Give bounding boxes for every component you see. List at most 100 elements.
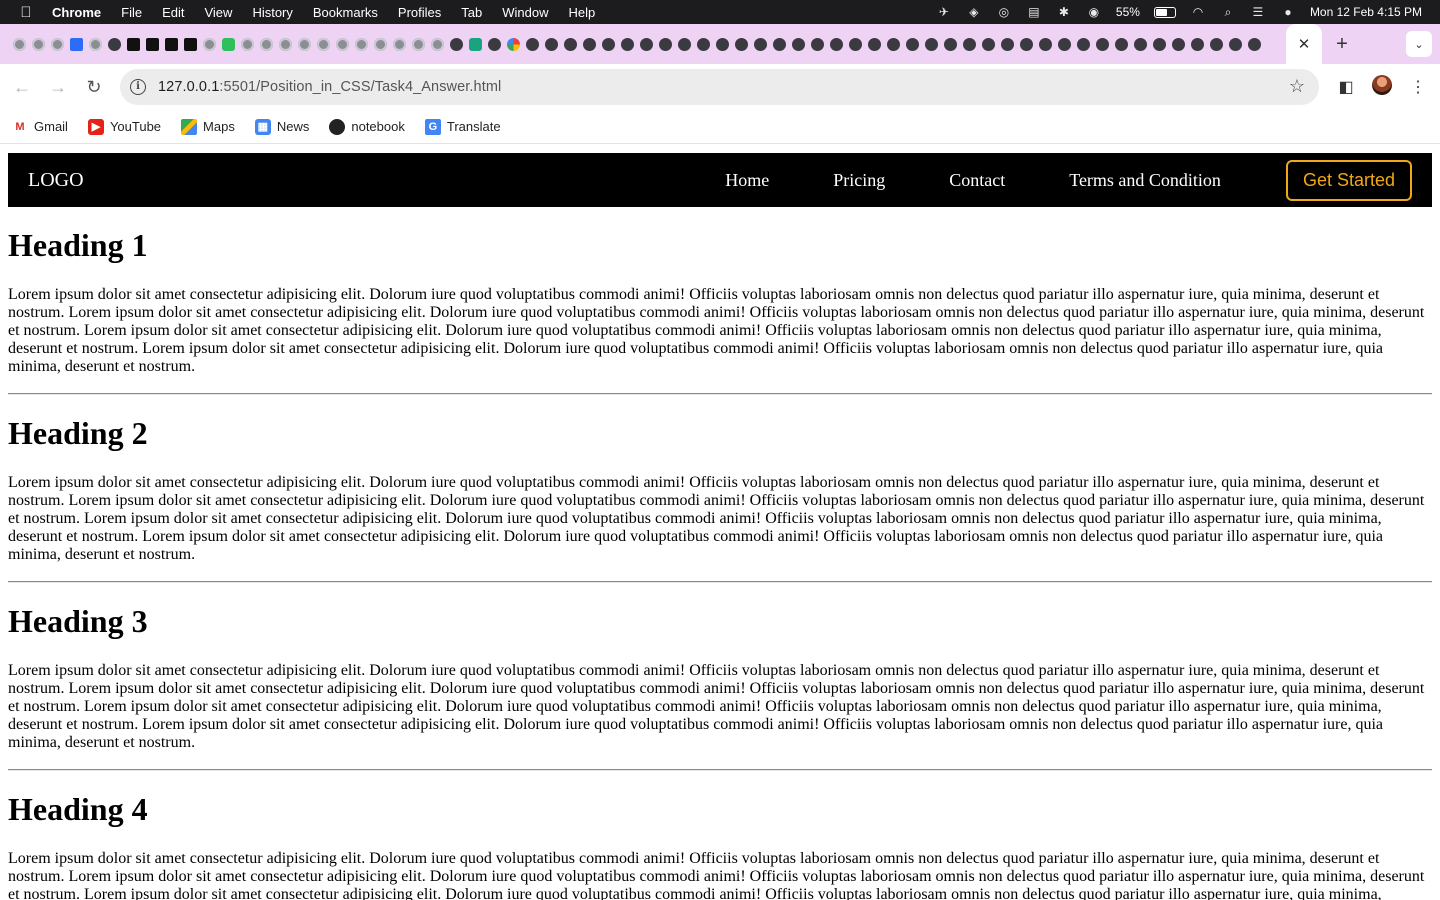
pinned-tab-favicon-icon[interactable]: [808, 35, 827, 54]
pinned-tab-favicon-icon[interactable]: [219, 35, 238, 54]
pinned-tab-favicon-icon[interactable]: [1036, 35, 1055, 54]
bookmark-youtube[interactable]: ▶ YouTube: [87, 118, 161, 135]
pinned-tab-favicon-icon[interactable]: [580, 35, 599, 54]
pinned-tab-favicon-icon[interactable]: [333, 35, 352, 54]
pinned-tab-favicon-icon[interactable]: [162, 35, 181, 54]
pinned-tab-favicon-icon[interactable]: [86, 35, 105, 54]
pinned-tab-favicon-icon[interactable]: [257, 35, 276, 54]
side-panel-icon[interactable]: ◧: [1328, 77, 1364, 97]
back-arrow-icon[interactable]: ←: [4, 77, 40, 98]
pinned-tab-favicon-icon[interactable]: [561, 35, 580, 54]
pinned-tab-favicon-icon[interactable]: [1131, 35, 1150, 54]
menu-help[interactable]: Help: [569, 5, 596, 20]
new-tab-button[interactable]: +: [1322, 33, 1362, 56]
pinned-tab-favicon-icon[interactable]: [846, 35, 865, 54]
pinned-tab-favicon-icon[interactable]: [1093, 35, 1112, 54]
tab-search-chevron-icon[interactable]: ⌄: [1406, 31, 1432, 57]
active-tab[interactable]: ✕: [1286, 24, 1322, 64]
pinned-tab-favicon-icon[interactable]: [1245, 35, 1264, 54]
nav-link-home[interactable]: Home: [725, 170, 769, 191]
pinned-tab-favicon-icon[interactable]: [713, 35, 732, 54]
pinned-tab-favicon-icon[interactable]: [770, 35, 789, 54]
pinned-tab-favicon-icon[interactable]: [200, 35, 219, 54]
user-circle-icon[interactable]: ◉: [1086, 5, 1102, 19]
pinned-tab-favicon-icon[interactable]: [143, 35, 162, 54]
pinned-tab-favicon-icon[interactable]: [1188, 35, 1207, 54]
pinned-tab-favicon-icon[interactable]: [466, 35, 485, 54]
pinned-tab-favicon-icon[interactable]: [314, 35, 333, 54]
bookmark-translate[interactable]: G Translate: [424, 118, 501, 135]
profile-avatar[interactable]: [1364, 74, 1400, 100]
pinned-tab-favicon-icon[interactable]: [1055, 35, 1074, 54]
menu-view[interactable]: View: [204, 5, 232, 20]
pinned-tab-favicon-icon[interactable]: [751, 35, 770, 54]
pinned-tab-favicon-icon[interactable]: [1169, 35, 1188, 54]
pinned-tab-favicon-icon[interactable]: [1207, 35, 1226, 54]
menu-window[interactable]: Window: [502, 5, 548, 20]
pinned-tab-favicon-icon[interactable]: [276, 35, 295, 54]
forward-arrow-icon[interactable]: →: [40, 77, 76, 98]
pinned-tab-favicon-icon[interactable]: [67, 35, 86, 54]
pinned-tab-favicon-icon[interactable]: [10, 35, 29, 54]
pinned-tab-favicon-icon[interactable]: [922, 35, 941, 54]
pinned-tab-favicon-icon[interactable]: [675, 35, 694, 54]
clock[interactable]: Mon 12 Feb 4:15 PM: [1310, 5, 1422, 19]
address-bar[interactable]: i 127.0.0.1:5501/Position_in_CSS/Task4_A…: [120, 69, 1319, 105]
layers-icon[interactable]: ◈: [966, 5, 982, 19]
pinned-tab-favicon-icon[interactable]: [694, 35, 713, 54]
pinned-tab-favicon-icon[interactable]: [599, 35, 618, 54]
pinned-tab-favicon-icon[interactable]: [637, 35, 656, 54]
pinned-tab-favicon-icon[interactable]: [1226, 35, 1245, 54]
pinned-tab-favicon-icon[interactable]: [1074, 35, 1093, 54]
apple-logo-icon[interactable]: : [0, 4, 52, 21]
pinned-tab-favicon-icon[interactable]: [295, 35, 314, 54]
fingerprint-icon[interactable]: ◎: [996, 5, 1012, 19]
pinned-tab-favicon-icon[interactable]: [960, 35, 979, 54]
wifi-icon[interactable]: ◠: [1190, 5, 1206, 19]
pinned-tab-favicon-icon[interactable]: [1112, 35, 1131, 54]
pinned-tab-favicon-icon[interactable]: [979, 35, 998, 54]
pinned-tab-favicon-icon[interactable]: [428, 35, 447, 54]
menu-app-name[interactable]: Chrome: [52, 5, 101, 20]
pinned-tab-favicon-icon[interactable]: [371, 35, 390, 54]
bookmark-star-icon[interactable]: ☆: [1289, 77, 1305, 95]
menu-profiles[interactable]: Profiles: [398, 5, 441, 20]
pinned-tab-favicon-icon[interactable]: [352, 35, 371, 54]
pinned-tab-favicon-icon[interactable]: [29, 35, 48, 54]
rocket-icon[interactable]: ✈: [936, 5, 952, 19]
pinned-tab-favicon-icon[interactable]: [827, 35, 846, 54]
nav-link-terms[interactable]: Terms and Condition: [1069, 170, 1221, 191]
close-tab-icon[interactable]: ✕: [1298, 35, 1311, 53]
nav-link-pricing[interactable]: Pricing: [833, 170, 885, 191]
pinned-tab-favicon-icon[interactable]: [618, 35, 637, 54]
menu-edit[interactable]: Edit: [162, 5, 184, 20]
pinned-tab-favicon-icon[interactable]: [504, 35, 523, 54]
pinned-tab-favicon-icon[interactable]: [656, 35, 675, 54]
pinned-tab-favicon-icon[interactable]: [485, 35, 504, 54]
pinned-tab-favicon-icon[interactable]: [732, 35, 751, 54]
site-info-icon[interactable]: i: [130, 79, 146, 95]
url-text[interactable]: 127.0.0.1:5501/Position_in_CSS/Task4_Ans…: [158, 79, 501, 95]
control-center-icon[interactable]: ☰: [1250, 5, 1266, 19]
pinned-tab-favicon-icon[interactable]: [181, 35, 200, 54]
pinned-tab-favicon-icon[interactable]: [865, 35, 884, 54]
kebab-menu-icon[interactable]: ⋮: [1400, 77, 1436, 97]
pinned-tab-favicon-icon[interactable]: [903, 35, 922, 54]
id-card-icon[interactable]: ▤: [1026, 5, 1042, 19]
bookmark-news[interactable]: ▦ News: [254, 118, 309, 135]
pinned-tab-favicon-icon[interactable]: [1017, 35, 1036, 54]
menu-tab[interactable]: Tab: [461, 5, 482, 20]
pinned-tab-favicon-icon[interactable]: [542, 35, 561, 54]
reload-icon[interactable]: ↻: [76, 77, 112, 98]
menu-file[interactable]: File: [121, 5, 142, 20]
pinned-tab-favicon-icon[interactable]: [124, 35, 143, 54]
bluetooth-icon[interactable]: ✱: [1056, 5, 1072, 19]
pinned-tab-favicon-icon[interactable]: [884, 35, 903, 54]
bookmark-maps[interactable]: Maps: [181, 118, 235, 135]
bookmark-gmail[interactable]: M Gmail: [12, 119, 68, 135]
pinned-tab-favicon-icon[interactable]: [789, 35, 808, 54]
pinned-tab-favicon-icon[interactable]: [105, 35, 124, 54]
nav-link-contact[interactable]: Contact: [949, 170, 1005, 191]
pinned-tab-favicon-icon[interactable]: [238, 35, 257, 54]
siri-icon[interactable]: ●: [1280, 5, 1296, 19]
